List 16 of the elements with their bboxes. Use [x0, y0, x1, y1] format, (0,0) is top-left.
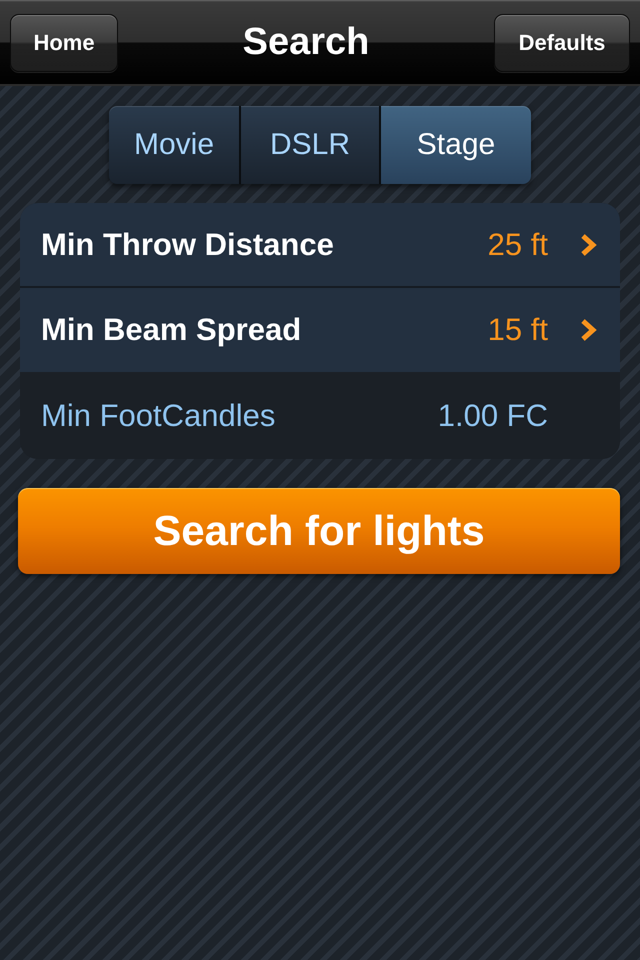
setting-label: Min Beam Spread: [41, 312, 302, 348]
setting-value: 15 ft: [488, 312, 548, 348]
setting-row[interactable]: Min Throw Distance 25 ft: [20, 203, 620, 288]
segment-tab[interactable]: Movie: [109, 106, 239, 184]
setting-label: Min Throw Distance: [41, 226, 335, 262]
home-button[interactable]: Home: [10, 14, 118, 72]
segment-tab[interactable]: Stage: [381, 106, 531, 184]
segment-tab[interactable]: DSLR: [241, 106, 379, 184]
setting-value: 25 ft: [488, 226, 548, 262]
setting-row[interactable]: Min Beam Spread 15 ft: [20, 288, 620, 372]
setting-label: Min FootCandles: [41, 398, 276, 434]
chevron-right-icon: [580, 318, 598, 342]
defaults-button[interactable]: Defaults: [494, 14, 630, 72]
setting-value: 1.00 FC: [438, 398, 548, 434]
screen-title: Search: [242, 20, 370, 64]
chevron-right-icon: [580, 232, 598, 256]
